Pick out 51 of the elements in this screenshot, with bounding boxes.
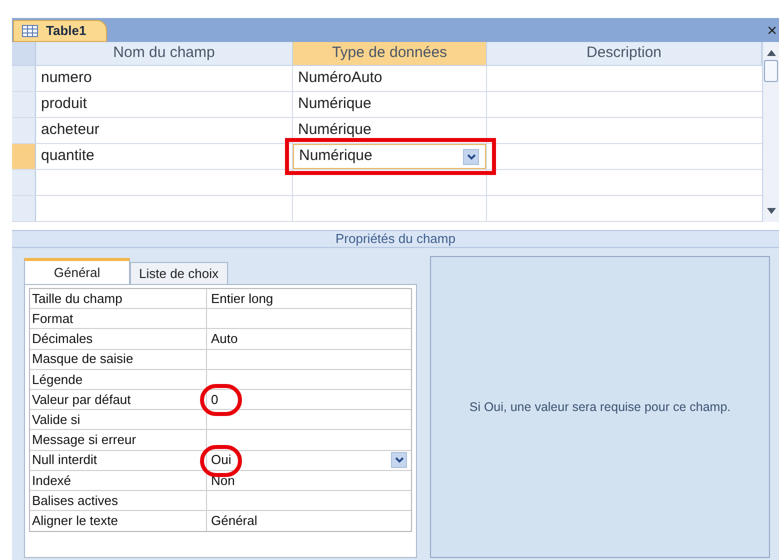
property-label: Légende (30, 370, 207, 389)
table-cell: acheteur (36, 118, 293, 143)
table-cell: produit (36, 92, 293, 117)
data-type-field[interactable]: Numérique (293, 92, 486, 117)
chevron-down-icon (394, 457, 404, 464)
property-value-field[interactable]: Général (207, 511, 411, 532)
scroll-up-icon[interactable] (766, 50, 776, 56)
property-tab[interactable]: Général (24, 258, 130, 284)
chevron-down-icon (466, 154, 476, 160)
property-label: Masque de saisie (30, 350, 207, 369)
scroll-thumb[interactable] (764, 60, 778, 82)
help-text: Si Oui, une valeur sera requise pour ce champ. (469, 398, 731, 416)
row-selector[interactable] (12, 92, 36, 117)
property-value-field[interactable]: Entier long (207, 289, 411, 308)
row-selector[interactable] (12, 196, 36, 221)
table-icon (22, 25, 38, 37)
table-cell: quantite (36, 144, 293, 169)
property-label: Null interdit (30, 450, 207, 470)
property-label: Indexé (30, 470, 207, 490)
data-type-field[interactable]: Numérique (293, 144, 486, 169)
property-value-field[interactable]: Non (207, 470, 411, 490)
row-selector[interactable] (12, 118, 36, 143)
property-label: Valide si (30, 410, 207, 430)
column-header[interactable]: Type de données (293, 42, 487, 65)
property-value-field[interactable]: Oui (207, 450, 411, 470)
property-label: Message si erreur (30, 430, 207, 450)
property-label: Balises actives (30, 490, 207, 510)
property-label: Taille du champ (30, 289, 207, 308)
scrollbar[interactable] (762, 42, 779, 222)
row-selector[interactable] (12, 170, 36, 195)
section-band: Propriétés du champ (12, 230, 779, 248)
dropdown-button[interactable] (391, 452, 407, 468)
property-label: Valeur par défaut (30, 390, 207, 410)
property-value-field[interactable]: 0 (207, 390, 411, 410)
property-label: Format (30, 309, 207, 328)
dropdown-button[interactable] (463, 148, 479, 164)
highlight-ring (200, 444, 242, 476)
property-label: Aligner le texte (30, 511, 207, 532)
property-label: Décimales (30, 329, 207, 349)
row-selector[interactable] (12, 66, 36, 91)
select-all-corner[interactable] (12, 42, 36, 65)
property-value-field[interactable]: Auto (207, 329, 411, 349)
data-type-field[interactable]: NuméroAuto (293, 66, 486, 91)
data-type-field[interactable]: Numérique (293, 118, 486, 143)
property-tab[interactable]: Liste de choix (130, 262, 228, 284)
document-tab[interactable]: Table1 (13, 20, 108, 42)
row-selector[interactable] (12, 144, 36, 169)
close-button[interactable]: × (767, 22, 777, 39)
scroll-down-icon[interactable] (766, 208, 776, 214)
table-cell: numero (36, 66, 293, 91)
highlight-ring (200, 384, 242, 416)
